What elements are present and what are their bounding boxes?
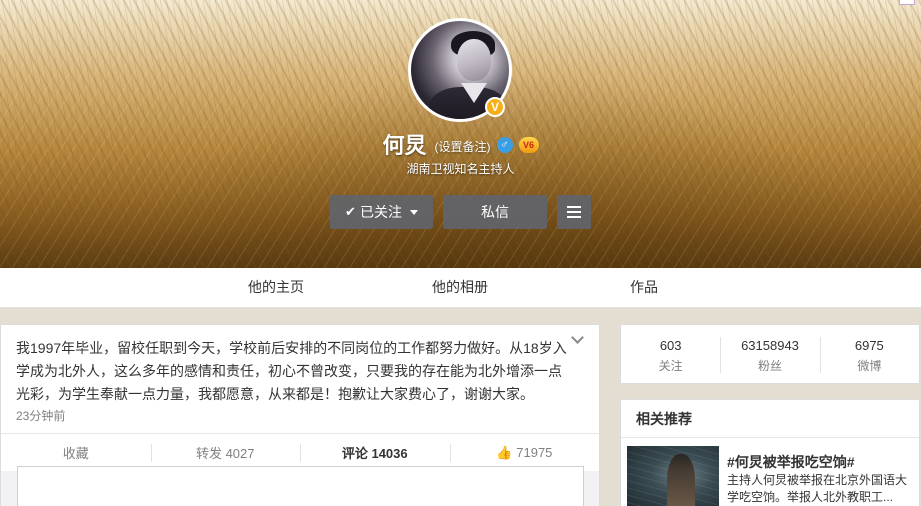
tab-works[interactable]: 作品	[630, 268, 658, 308]
profile-name: 何炅	[382, 133, 427, 158]
comment-label: 评论 14036	[341, 446, 408, 461]
related-description: 主持人何炅被举报在北京外国语大 学吃空饷。举报人北外教职工...	[727, 472, 915, 506]
set-remark-link[interactable]: (设置备注)	[435, 138, 491, 155]
profile-intro: 湖南卫视知名主持人	[406, 162, 515, 176]
weibo-post-card: 我1997年毕业，留校任职到今天，学校前后安排的不同岗位的工作都努力做好。从18…	[0, 324, 600, 506]
stat-followers[interactable]: 63158943 粉丝	[720, 325, 819, 383]
tab-home[interactable]: 他的主页	[248, 268, 304, 308]
collect-label: 收藏	[62, 446, 89, 461]
corner-indicator	[899, 0, 915, 5]
followed-button-label: 已关注	[359, 204, 402, 220]
thumbnail-person	[667, 454, 695, 506]
stat-following[interactable]: 603 关注	[621, 325, 720, 383]
followed-button[interactable]: ✔ 已关注	[330, 195, 433, 229]
male-gender-icon: ♂	[496, 137, 513, 153]
post-text: 我1997年毕业，留校任职到今天，学校前后安排的不同岗位的工作都努力做好。从18…	[16, 340, 567, 402]
related-headline[interactable]: #何炅被举报吃空饷#	[727, 452, 855, 472]
repost-label: 转发 4027	[195, 446, 255, 461]
following-label: 关注	[658, 359, 683, 373]
related-title: 相关推荐	[621, 400, 919, 438]
related-recommendations: 相关推荐 #何炅被举报吃空饷# 主持人何炅被举报在北京外国语大 学吃空饷。举报人…	[620, 399, 920, 506]
post-timestamp[interactable]: 23分钟前	[16, 407, 65, 424]
posts-count: 6975	[854, 338, 884, 353]
followers-label: 粉丝	[757, 359, 782, 373]
stat-posts[interactable]: 6975 微博	[819, 325, 919, 383]
like-count: 71975	[516, 445, 553, 460]
private-message-button[interactable]: 私信	[443, 195, 547, 229]
profile-nav: 他的主页 他的相册 作品	[0, 268, 921, 308]
comment-input[interactable]	[17, 466, 584, 506]
name-row: 何炅 (设置备注) ♂ V6	[0, 128, 921, 160]
following-count: 603	[659, 338, 682, 353]
more-menu-button[interactable]	[557, 195, 591, 229]
private-message-label: 私信	[481, 204, 509, 220]
profile-cover: V 何炅 (设置备注) ♂ V6 湖南卫视知名主持人 ✔ 已关注 私信	[0, 0, 921, 268]
hamburger-menu-icon	[567, 206, 581, 218]
related-item[interactable]: #何炅被举报吃空饷# 主持人何炅被举报在北京外国语大 学吃空饷。举报人北外教职工…	[627, 446, 915, 506]
tab-album[interactable]: 他的相册	[432, 268, 488, 308]
avatar-face	[457, 39, 491, 81]
verified-badge-icon: V	[485, 97, 505, 117]
check-icon: ✔	[345, 204, 356, 219]
profile-stats: 603 关注 63158943 粉丝 6975 微博	[620, 324, 920, 384]
vip-level-icon[interactable]: V6	[518, 137, 539, 153]
related-desc-line-2: 学吃空饷。举报人北外教职工...	[727, 490, 894, 504]
chevron-down-icon[interactable]	[570, 331, 586, 347]
caret-down-icon	[409, 209, 418, 215]
posts-label: 微博	[857, 359, 882, 373]
related-thumbnail[interactable]	[627, 446, 719, 506]
followers-count: 63158943	[741, 338, 799, 353]
related-desc-line-1: 主持人何炅被举报在北京外国语大	[727, 473, 908, 487]
thumbs-up-icon: 👍	[496, 444, 513, 460]
